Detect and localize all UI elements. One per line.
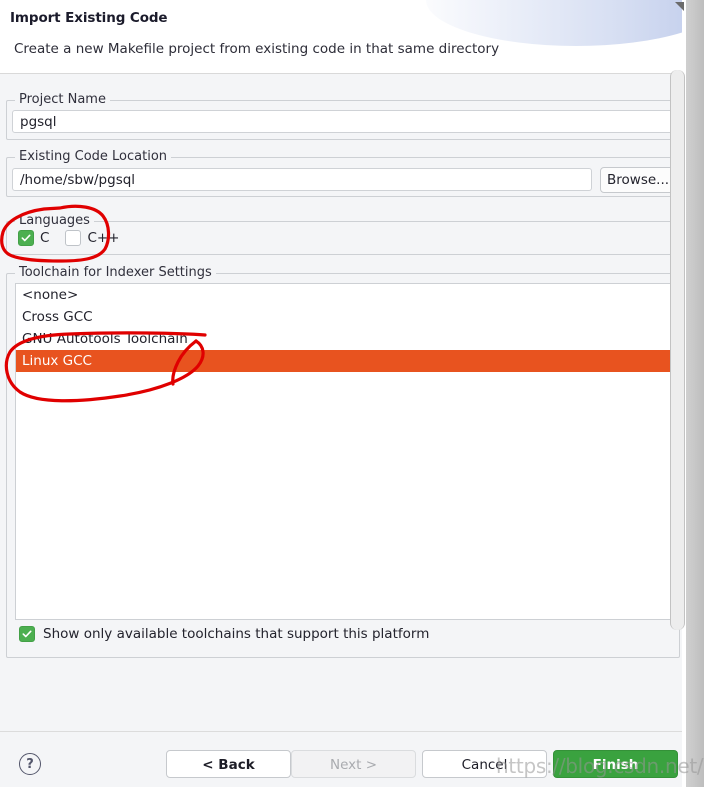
- show-only-available-checkbox[interactable]: [19, 626, 35, 642]
- languages-checkbox-row: C C++: [18, 230, 130, 246]
- dialog-header: Import Existing Code Create a new Makefi…: [0, 0, 686, 74]
- back-button[interactable]: < Back: [166, 750, 291, 778]
- help-icon[interactable]: ?: [19, 753, 41, 775]
- button-bar-separator: [0, 731, 686, 732]
- list-item[interactable]: <none>: [16, 284, 670, 306]
- cancel-button[interactable]: Cancel: [422, 750, 547, 778]
- header-banner-decoration: [426, 0, 686, 46]
- languages-label: Languages: [15, 213, 94, 228]
- page-description: Create a new Makefile project from exist…: [14, 41, 500, 57]
- finish-button[interactable]: Finish: [553, 750, 678, 778]
- page-title: Import Existing Code: [10, 10, 168, 26]
- existing-code-location-label: Existing Code Location: [15, 149, 172, 164]
- project-name-label: Project Name: [15, 92, 110, 107]
- list-item[interactable]: GNU Autotools Toolchain: [16, 328, 670, 350]
- language-cpp-label: C++: [87, 230, 120, 246]
- screenshot-root: Import Existing Code Create a new Makefi…: [0, 0, 704, 787]
- show-only-available-label: Show only available toolchains that supp…: [43, 626, 430, 642]
- toolchain-listbox[interactable]: <none> Cross GCC GNU Autotools Toolchain…: [15, 283, 671, 620]
- window-scrollbar[interactable]: [670, 70, 685, 630]
- language-cpp-checkbox[interactable]: [65, 230, 82, 246]
- window-right-chrome: [686, 0, 704, 787]
- toolchain-label: Toolchain for Indexer Settings: [15, 265, 216, 280]
- list-item[interactable]: Cross GCC: [16, 306, 670, 328]
- import-existing-code-dialog: Import Existing Code Create a new Makefi…: [0, 0, 686, 787]
- list-item-selected[interactable]: Linux GCC: [16, 350, 670, 372]
- project-name-input[interactable]: [12, 110, 674, 133]
- browse-button[interactable]: Browse...: [600, 167, 675, 193]
- next-button: Next >: [291, 750, 416, 778]
- existing-code-location-input[interactable]: [12, 168, 592, 191]
- checkmark-icon: [21, 234, 31, 242]
- language-c-checkbox[interactable]: [18, 230, 34, 246]
- show-only-available-row: Show only available toolchains that supp…: [19, 626, 429, 642]
- language-c-label: C: [40, 230, 50, 246]
- checkmark-icon: [22, 630, 32, 638]
